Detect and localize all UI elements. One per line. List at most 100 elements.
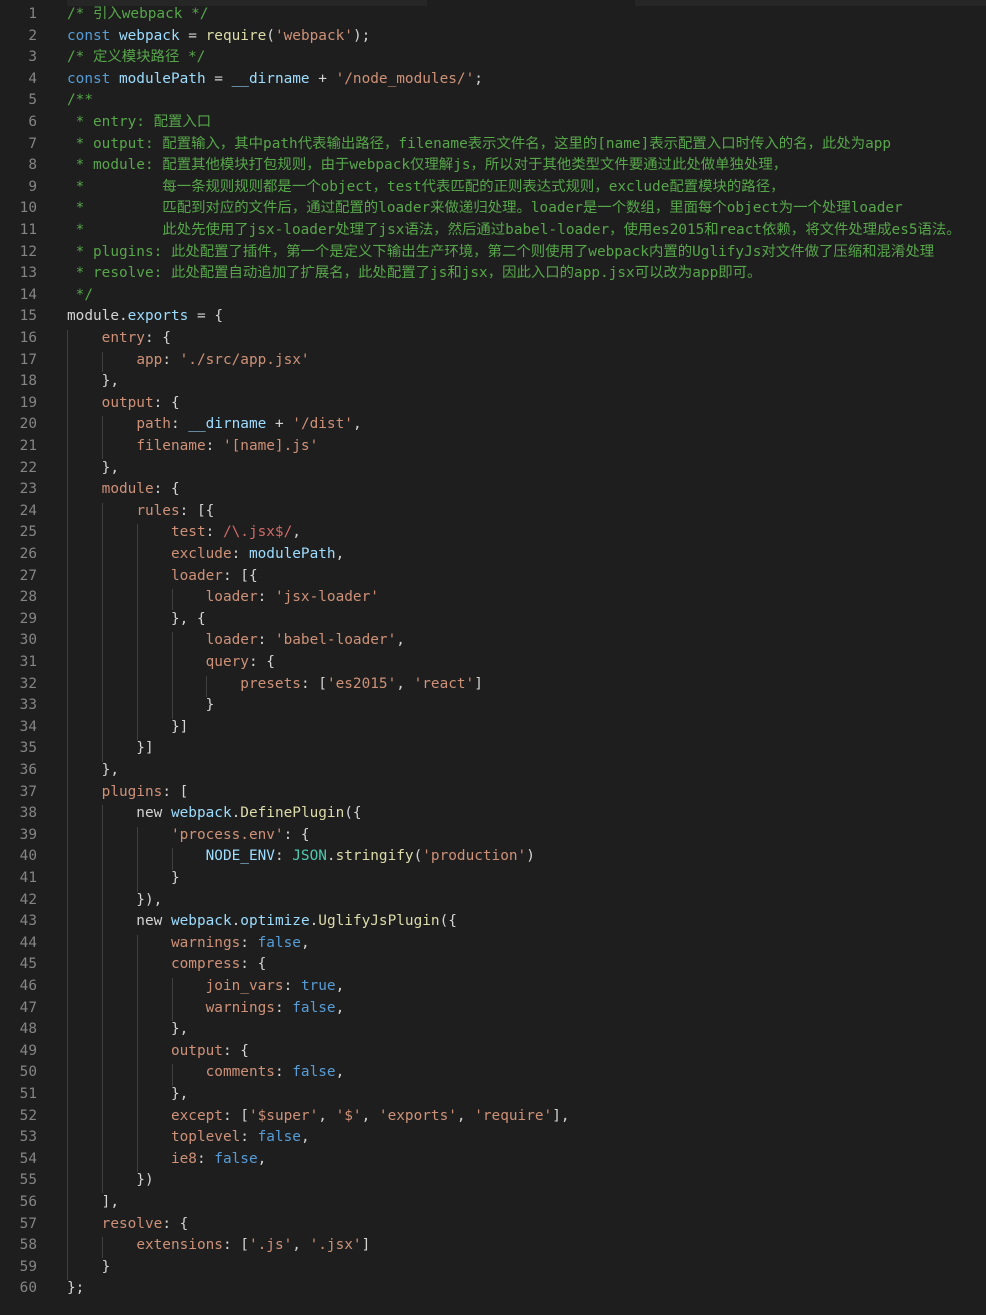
code-line[interactable]: 3 /* 定义模块路径 */ (0, 47, 986, 69)
code-line[interactable]: 20 path: __dirname + '/dist', (0, 414, 986, 436)
code-token: false (292, 1064, 336, 1081)
code-line[interactable]: 8 * module: 配置其他模块打包规则，由于webpack仅理解js，所以… (0, 155, 986, 177)
code-line[interactable]: 57 resolve: { (0, 1214, 986, 1236)
code-line[interactable]: 18 }, (0, 371, 986, 393)
code-line[interactable]: 15 module.exports = { (0, 306, 986, 328)
code-line[interactable]: 45 compress: { (0, 954, 986, 976)
code-line[interactable]: 46 join_vars: true, (0, 976, 986, 998)
code-line[interactable]: 11 * 此处先使用了jsx-loader处理了jsx语法，然后通过babel-… (0, 220, 986, 242)
code-line[interactable]: 9 * 每一条规则规则都是一个object，test代表匹配的正则表达式规则，e… (0, 177, 986, 199)
code-line[interactable]: 48 }, (0, 1019, 986, 1041)
code-token: , (318, 1107, 336, 1124)
code-line[interactable]: 55 }) (0, 1170, 986, 1192)
code-line[interactable]: 34 }] (0, 717, 986, 739)
code-line[interactable]: 4 const modulePath = __dirname + '/node_m… (0, 69, 986, 91)
code-token: new (67, 805, 171, 822)
code-line[interactable]: 19 output: { (0, 393, 986, 415)
code-line[interactable]: 52 except: ['$super', '$', 'exports', 'r… (0, 1106, 986, 1128)
code-line[interactable]: 1 /* 引入webpack */ (0, 4, 986, 26)
code-line[interactable]: 29 }, { (0, 609, 986, 631)
code-line[interactable]: 30 loader: 'babel-loader', (0, 630, 986, 652)
code-line[interactable]: 59 } (0, 1257, 986, 1279)
code-line[interactable]: 21 filename: '[name].js' (0, 436, 986, 458)
code-token: ); (352, 27, 371, 44)
code-line[interactable]: 27 loader: [{ (0, 566, 986, 588)
code-text: }, (67, 371, 119, 393)
code-token: }, (67, 1086, 189, 1102)
code-line[interactable]: 25 test: /\.jsx$/, (0, 522, 986, 544)
code-line[interactable]: 60}; (0, 1278, 986, 1300)
line-number: 33 (19, 697, 37, 714)
code-line[interactable]: 44 warnings: false, (0, 933, 986, 955)
code-line[interactable]: 5 /** (0, 90, 986, 112)
code-line[interactable]: 56 ], (0, 1192, 986, 1214)
code-line[interactable]: 42 }), (0, 890, 986, 912)
code-line[interactable]: 58 extensions: ['.js', '.jsx'] (0, 1235, 986, 1257)
line-number: 15 (19, 308, 37, 325)
code-token: + (309, 70, 336, 87)
code-token: : (274, 999, 293, 1016)
code-line[interactable]: 10 * 匹配到对应的文件后，通过配置的loader来做递归处理。loader是… (0, 198, 986, 220)
code-line[interactable]: 24 rules: [{ (0, 501, 986, 523)
code-token: : (196, 1150, 215, 1167)
code-line[interactable]: 40 NODE_ENV: JSON.stringify('production'… (0, 846, 986, 868)
code-line[interactable]: 43 new webpack.optimize.UglifyJsPlugin({ (0, 911, 986, 933)
line-number: 10 (19, 200, 37, 217)
line-number: 55 (19, 1172, 37, 1189)
code-line[interactable]: 6 * entry: 配置入口 (0, 112, 986, 134)
line-number: 14 (19, 286, 37, 303)
code-line[interactable]: 49 output: { (0, 1041, 986, 1063)
code-token: . (231, 805, 241, 822)
code-token: : (274, 848, 293, 865)
line-number: 6 (28, 114, 37, 130)
code-line[interactable]: 22 }, (0, 458, 986, 480)
code-token: : (205, 438, 223, 454)
code-token: module (101, 481, 154, 498)
line-number: 52 (19, 1107, 37, 1124)
code-line[interactable]: 51 }, (0, 1084, 986, 1106)
line-number: 57 (19, 1215, 37, 1232)
code-line[interactable]: 17 app: './src/app.jsx' (0, 350, 986, 372)
code-token: }] (67, 718, 189, 735)
code-token: ) (526, 848, 535, 865)
code-line[interactable]: 54 ie8: false, (0, 1149, 986, 1171)
code-token: 'jsx-loader' (274, 589, 379, 606)
code-line[interactable]: 26 exclude: modulePath, (0, 544, 986, 566)
code-line[interactable]: 28 loader: 'jsx-loader' (0, 587, 986, 609)
code-line[interactable]: 50 comments: false, (0, 1062, 986, 1084)
code-line[interactable]: 35 }] (0, 738, 986, 760)
code-token: require (205, 27, 267, 44)
code-line[interactable]: 7 * output: 配置输入，其中path代表输出路径，filename表示… (0, 134, 986, 156)
line-number: 5 (28, 92, 37, 109)
code-line[interactable]: 16 entry: { (0, 328, 986, 350)
line-number: 9 (28, 178, 37, 195)
line-number: 41 (19, 870, 37, 886)
code-line[interactable]: 39 'process.env': { (0, 825, 986, 847)
code-token: resolve (101, 1215, 163, 1232)
code-text: query: { (67, 652, 275, 674)
code-line[interactable]: 53 toplevel: false, (0, 1127, 986, 1149)
code-line[interactable]: 14 */ (0, 285, 986, 307)
code-line[interactable]: 23 module: { (0, 479, 986, 501)
code-line[interactable]: 37 plugins: [ (0, 782, 986, 804)
code-line[interactable]: 13 * resolve: 此处配置自动追加了扩展名，此处配置了js和jsx，因… (0, 263, 986, 285)
code-token: ; (474, 70, 483, 87)
code-line[interactable]: 47 warnings: false, (0, 998, 986, 1020)
code-line[interactable]: 33 } (0, 695, 986, 717)
code-line[interactable]: 31 query: { (0, 652, 986, 674)
code-line[interactable]: 2 const webpack = require('webpack'); (0, 26, 986, 48)
code-token: '[name].js' (222, 438, 319, 454)
code-line[interactable]: 36 }, (0, 760, 986, 782)
code-line[interactable]: 12 * plugins: 此处配置了插件，第一个是定义下输出生产环境，第二个则… (0, 242, 986, 264)
code-line[interactable]: 38 new webpack.DefinePlugin({ (0, 803, 986, 825)
code-token: * 匹配到对应的文件后，通过配置的loader来做递归处理。loader是一个数… (67, 200, 903, 217)
code-line[interactable]: 41 } (0, 868, 986, 890)
code-line[interactable]: 32 presets: ['es2015', 'react'] (0, 674, 986, 696)
code-editor[interactable]: 1 /* 引入webpack */ 2 const webpack = require… (0, 0, 986, 1315)
code-token: 'webpack' (274, 27, 353, 44)
